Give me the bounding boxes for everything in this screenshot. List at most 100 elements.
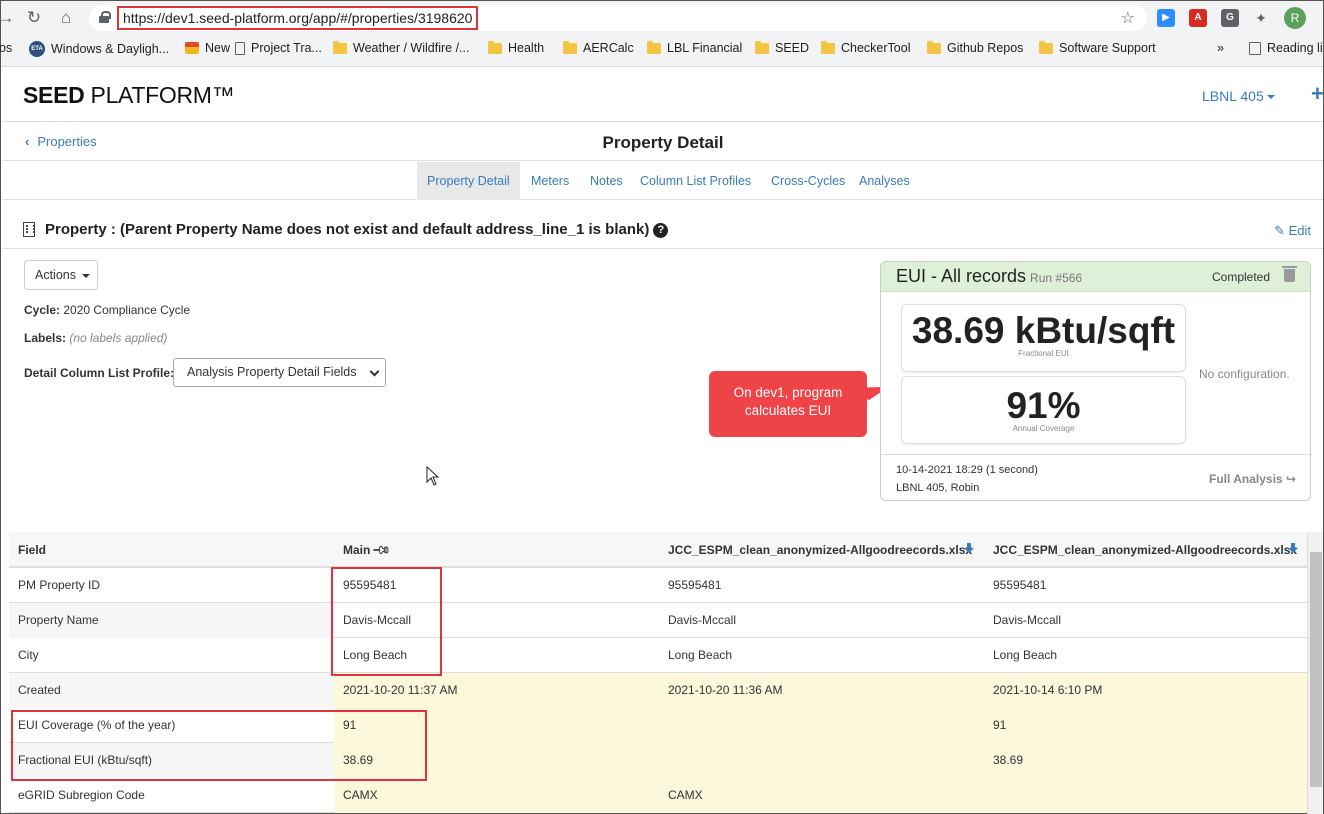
folder-icon: [821, 40, 835, 54]
folder-icon: [563, 40, 577, 54]
caret-down-icon: [82, 273, 91, 278]
bookmark-item[interactable]: LBL Financial: [647, 40, 742, 55]
no-configuration-text: No configuration.: [1199, 367, 1290, 381]
browser-chrome: → ↻ ⌂ https://dev1.seed-platform.org/app…: [0, 1, 1323, 67]
bookmark-item[interactable]: AERCalc: [563, 40, 634, 55]
header-field: Field: [18, 543, 47, 557]
tab-analyses[interactable]: Analyses: [849, 162, 920, 200]
property-title: Property : (Parent Property Name does no…: [45, 221, 669, 238]
detail-tabs: Property Detail Meters Notes Column List…: [3, 162, 1323, 200]
pin-icon[interactable]: 📌︎: [364, 532, 400, 568]
actions-button[interactable]: Actions: [24, 260, 98, 290]
building-icon: [23, 222, 35, 237]
labels-line: Labels: (no labels applied): [24, 331, 168, 345]
table-row: City Long Beach Long Beach Long Beach: [9, 638, 1307, 673]
omnibox[interactable]: https://dev1.seed-platform.org/app/#/pro…: [89, 5, 1147, 31]
bookmarks-more[interactable]: »: [1217, 41, 1224, 55]
eta-icon: ETA: [29, 41, 45, 57]
org-dropdown[interactable]: LBNL 405: [1202, 88, 1275, 104]
reading-list-icon: [1249, 41, 1261, 55]
url-text[interactable]: https://dev1.seed-platform.org/app/#/pro…: [117, 6, 479, 30]
pencil-icon: ✎: [1274, 223, 1289, 238]
bookmark-item[interactable]: os: [0, 41, 12, 55]
grammar-extension-icon[interactable]: G: [1221, 9, 1239, 27]
doc-icon: [235, 41, 245, 55]
extensions-puzzle-icon[interactable]: ✦: [1252, 9, 1270, 27]
cycle-line: Cycle: 2020 Compliance Cycle: [24, 303, 191, 317]
folder-icon: [647, 40, 661, 54]
analysis-date: 10-14-2021 18:29 (1 second): [896, 464, 1038, 476]
reading-list[interactable]: Reading li: [1249, 41, 1323, 55]
bookmark-item[interactable]: Health: [488, 40, 544, 55]
analysis-card: EUI - All records Run #566 Completed 38.6…: [880, 261, 1311, 501]
reload-icon[interactable]: ↻: [23, 7, 45, 29]
bookmark-item[interactable]: Software Support: [1039, 40, 1156, 55]
plus-icon[interactable]: +: [1311, 81, 1324, 107]
forward-icon[interactable]: →: [0, 7, 17, 29]
lock-icon: [99, 11, 111, 23]
folder-icon: [333, 40, 347, 54]
download-icon[interactable]: [964, 543, 974, 553]
page-title: Property Detail: [602, 133, 724, 152]
chevron-left-icon: ‹: [25, 134, 30, 149]
table-row: eGRID Subregion Code CAMX CAMX: [9, 778, 1307, 813]
table-header-row: Field Main📌︎ JCC_ESPM_clean_anonymized-A…: [9, 532, 1307, 568]
app-header: SEED PLATFORM™ LBNL 405 +: [3, 68, 1324, 122]
full-analysis-link[interactable]: Full Analysis ↪: [1209, 472, 1296, 486]
bookmark-item[interactable]: Github Repos: [927, 40, 1023, 55]
folder-icon: [488, 40, 502, 54]
analysis-card-header: EUI - All records Run #566 Completed: [881, 262, 1310, 292]
table-row: Property Name Davis-Mccall Davis-Mccall …: [9, 603, 1307, 638]
seed-logo[interactable]: SEED PLATFORM™: [23, 82, 235, 109]
bookmark-item[interactable]: Weather / Wildfire /...: [333, 40, 469, 55]
trash-icon[interactable]: [1282, 266, 1297, 282]
title-bar: Property Detail ‹ Properties: [3, 123, 1323, 161]
bookmarks-bar: os ETA Windows & Dayligh... New Project T…: [0, 38, 1323, 60]
caret-down-icon: [1266, 95, 1275, 100]
tab-cross-cycles[interactable]: Cross-Cycles: [761, 162, 855, 200]
analysis-status: Completed: [1212, 270, 1271, 284]
bookmark-item[interactable]: CheckerTool: [821, 40, 910, 55]
zoom-extension-icon[interactable]: ▶: [1157, 9, 1175, 27]
help-icon[interactable]: ?: [653, 223, 669, 238]
bookmark-item[interactable]: SEED: [755, 40, 809, 55]
hat-icon: [185, 42, 199, 54]
property-header: Property : (Parent Property Name does no…: [3, 201, 1323, 249]
profile-avatar[interactable]: R: [1284, 7, 1306, 29]
pdf-extension-icon[interactable]: A: [1189, 9, 1207, 27]
profile-label: Detail Column List Profile:: [24, 366, 175, 380]
home-icon[interactable]: ⌂: [55, 7, 77, 29]
analysis-user: LBNL 405, Robin: [896, 482, 980, 494]
property-fields-table: Field Main📌︎ JCC_ESPM_clean_anonymized-A…: [9, 532, 1307, 814]
table-row: PM Property ID 95595481 95595481 9559548…: [9, 568, 1307, 603]
bookmark-item[interactable]: ETA Windows & Dayligh...: [29, 41, 169, 57]
tab-column-list-profiles[interactable]: Column List Profiles: [630, 162, 761, 200]
annotation-callout: On dev1, program calculates EUI: [709, 371, 867, 437]
column-profile-select[interactable]: Analysis Property Detail Fields: [173, 358, 386, 387]
table-scrollbar[interactable]: [1307, 532, 1323, 814]
header-main: Main📌︎: [334, 532, 659, 567]
tab-property-detail[interactable]: Property Detail: [417, 162, 520, 200]
table-row: Fractional EUI (kBtu/sqft) 38.69 38.69: [9, 743, 1307, 778]
chevron-down-icon: [369, 366, 380, 377]
back-to-properties-link[interactable]: ‹ Properties: [25, 134, 97, 149]
header-source-1: JCC_ESPM_clean_anonymized-Allgoodreecord…: [668, 543, 974, 557]
tab-meters[interactable]: Meters: [521, 162, 579, 200]
folder-icon: [927, 40, 941, 54]
annual-coverage-metric: 91% Annual Coverage: [901, 376, 1186, 444]
header-source-2: JCC_ESPM_clean_anonymized-Allgoodreecord…: [993, 543, 1298, 557]
bookmark-star-icon[interactable]: ☆: [1121, 8, 1135, 28]
tab-notes[interactable]: Notes: [580, 162, 633, 200]
bookmark-item[interactable]: Project Tra...: [235, 41, 322, 55]
table-row: Created 2021-10-20 11:37 AM 2021-10-20 1…: [9, 673, 1307, 708]
fractional-eui-metric: 38.69 kBtu/sqft Fractional EUI: [901, 304, 1186, 372]
analysis-title[interactable]: EUI - All records Run #566: [896, 266, 1082, 287]
folder-icon: [1039, 40, 1053, 54]
download-icon[interactable]: [1288, 543, 1298, 553]
scrollbar-thumb[interactable]: [1310, 552, 1322, 787]
analysis-card-footer: 10-14-2021 18:29 (1 second) LBNL 405, Ro…: [881, 454, 1310, 500]
edit-link[interactable]: ✎ Edit: [1274, 223, 1311, 239]
mouse-cursor-icon: [426, 466, 440, 486]
folder-icon: [755, 40, 769, 54]
bookmark-item[interactable]: New: [185, 41, 230, 55]
